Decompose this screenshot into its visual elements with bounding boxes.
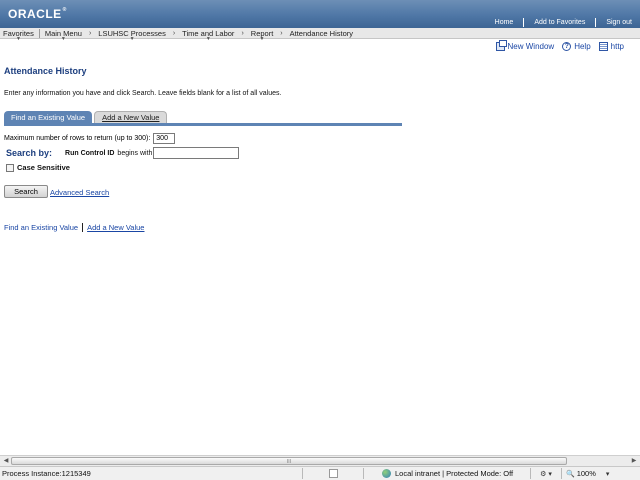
new-window-link[interactable]: New Window bbox=[495, 40, 554, 51]
security-cell[interactable]: ⚙ ▾ bbox=[531, 467, 561, 480]
breadcrumb-divider bbox=[38, 28, 40, 38]
chevron-down-icon: ▼ bbox=[15, 35, 21, 42]
zoom-cell[interactable]: 🔍 100% ▾ bbox=[562, 467, 609, 480]
find-existing-value-link[interactable]: Find an Existing Value bbox=[4, 223, 78, 232]
breadcrumb-main-menu[interactable]: Main Menu ▼ bbox=[45, 29, 82, 42]
advanced-search-link[interactable]: Advanced Search bbox=[50, 188, 109, 197]
chevron-right-icon: › bbox=[172, 29, 176, 37]
help-link[interactable]: ? Help bbox=[562, 42, 591, 51]
home-link[interactable]: Home bbox=[495, 19, 514, 26]
max-rows-label: Maximum number of rows to return (up to … bbox=[4, 135, 151, 142]
chevron-right-icon: › bbox=[280, 29, 283, 37]
run-control-id-label: Run Control ID bbox=[65, 149, 115, 157]
scroll-right-icon[interactable]: ▶ bbox=[629, 457, 639, 466]
process-instance-text: Process Instance:1215349 bbox=[2, 469, 91, 478]
sign-out-link[interactable]: Sign out bbox=[606, 19, 632, 26]
chevron-down-icon: ▼ bbox=[259, 35, 265, 42]
zone-cell: Local intranet | Protected Mode: Off bbox=[364, 467, 530, 480]
breadcrumb-lsuhsc-processes[interactable]: LSUHSC Processes ▼ bbox=[98, 29, 166, 42]
zoom-level: 100% bbox=[576, 469, 596, 478]
breadcrumb-time-and-labor[interactable]: Time and Labor ▼ bbox=[182, 29, 234, 42]
chevron-down-icon: ▾ bbox=[605, 470, 610, 478]
security-icon: ⚙ ▾ bbox=[540, 470, 552, 478]
chevron-right-icon: › bbox=[241, 29, 244, 37]
zone-text: Local intranet | Protected Mode: Off bbox=[395, 469, 514, 478]
run-control-id-input[interactable] bbox=[153, 147, 240, 159]
scroll-thumb[interactable]: III bbox=[11, 457, 567, 465]
http-icon bbox=[598, 42, 608, 51]
header-separator bbox=[595, 18, 597, 27]
chevron-down-icon: ▼ bbox=[129, 35, 135, 42]
search-by-row: Search by: Run Control ID begins with bbox=[6, 147, 240, 159]
horizontal-scrollbar[interactable]: ◀ III ▶ bbox=[0, 455, 640, 466]
chevron-down-icon: ▼ bbox=[205, 35, 211, 42]
page-title: Attendance History bbox=[4, 66, 87, 76]
bottom-links: Find an Existing Value Add a New Value bbox=[4, 223, 144, 232]
max-rows-row: Maximum number of rows to return (up to … bbox=[4, 133, 176, 144]
page-status-cell bbox=[303, 467, 363, 480]
search-tabs: Find an Existing Value Add a New Value bbox=[4, 111, 169, 123]
chevron-right-icon: › bbox=[88, 29, 92, 37]
search-button[interactable]: Search bbox=[4, 185, 48, 198]
link-divider bbox=[82, 223, 84, 232]
help-icon: ? bbox=[562, 42, 572, 51]
breadcrumb-favorites[interactable]: Favorites ▼ bbox=[3, 29, 34, 42]
page-links: New Window ? Help http bbox=[488, 40, 624, 51]
oracle-logo: ORACLE® bbox=[8, 7, 67, 21]
breadcrumb: Favorites ▼ Main Menu ▼ › LSUHSC Processes… bbox=[0, 28, 640, 42]
tab-find-existing-value[interactable]: Find an Existing Value bbox=[4, 111, 93, 123]
add-to-favorites-link[interactable]: Add to Favorites bbox=[534, 19, 585, 26]
add-new-value-link[interactable]: Add a New Value bbox=[87, 223, 144, 232]
breadcrumb-attendance-history: Attendance History bbox=[289, 28, 354, 38]
header-links: Home Add to Favorites Sign out bbox=[495, 18, 632, 27]
tab-underline bbox=[4, 123, 402, 126]
header-banner: ORACLE® Home Add to Favorites Sign out bbox=[0, 0, 640, 28]
globe-icon bbox=[382, 469, 391, 478]
http-link[interactable]: http bbox=[598, 42, 624, 51]
case-sensitive-checkbox[interactable] bbox=[6, 163, 14, 172]
status-bar: Process Instance:1215349 Local intranet … bbox=[0, 466, 640, 480]
search-by-label: Search by: bbox=[6, 148, 53, 158]
header-separator bbox=[523, 18, 525, 27]
tab-add-new-value[interactable]: Add a New Value bbox=[94, 111, 168, 123]
page-icon bbox=[328, 469, 338, 478]
instructions-text: Enter any information you have and click… bbox=[4, 90, 282, 97]
max-rows-input[interactable] bbox=[153, 133, 176, 144]
new-window-icon bbox=[495, 40, 507, 51]
case-sensitive-label: Case Sensitive bbox=[17, 163, 70, 172]
case-sensitive-row: Case Sensitive bbox=[6, 163, 70, 172]
operator-label: begins with bbox=[117, 149, 153, 157]
zoom-icon: 🔍 bbox=[566, 470, 575, 478]
chevron-down-icon: ▼ bbox=[60, 35, 66, 42]
scroll-grip: III bbox=[286, 459, 292, 465]
scroll-left-icon[interactable]: ◀ bbox=[1, 457, 11, 466]
breadcrumb-report[interactable]: Report ▼ bbox=[251, 29, 274, 42]
